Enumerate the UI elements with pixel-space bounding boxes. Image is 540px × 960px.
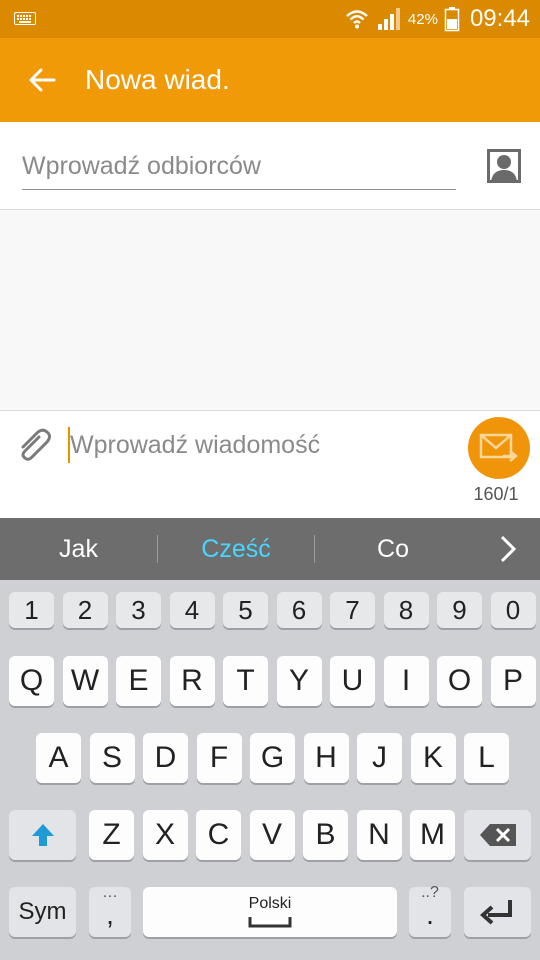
letter-key[interactable]: F bbox=[196, 733, 242, 783]
shift-key[interactable] bbox=[9, 810, 76, 860]
comma-label: , bbox=[106, 899, 114, 930]
keyboard: Sym … , Polski ..? . 1234567890 QWERTYUIO… bbox=[0, 580, 540, 960]
number-key[interactable]: 9 bbox=[437, 592, 482, 628]
paperclip-icon bbox=[21, 428, 51, 461]
letter-key[interactable]: E bbox=[116, 656, 161, 706]
battery-icon bbox=[444, 7, 460, 32]
period-label: . bbox=[426, 899, 434, 930]
sym-key[interactable]: Sym bbox=[9, 887, 76, 937]
letter-key[interactable]: X bbox=[142, 810, 188, 860]
letter-key[interactable]: G bbox=[250, 733, 295, 783]
suggestion-item[interactable]: Jak bbox=[0, 518, 157, 580]
letter-key[interactable]: B bbox=[303, 810, 348, 860]
number-key[interactable]: 0 bbox=[490, 592, 536, 628]
letter-key[interactable]: P bbox=[490, 656, 536, 706]
letter-key[interactable]: N bbox=[356, 810, 402, 860]
message-thread-area bbox=[0, 210, 540, 410]
number-key[interactable]: 5 bbox=[223, 592, 268, 628]
letter-key[interactable]: J bbox=[357, 733, 402, 783]
space-label: Polski bbox=[248, 895, 292, 912]
letter-key[interactable]: Q bbox=[9, 656, 54, 706]
composer: 160/1 bbox=[0, 410, 540, 518]
letter-key[interactable]: R bbox=[169, 656, 215, 706]
letter-key[interactable]: Y bbox=[276, 656, 322, 706]
signal-icon bbox=[377, 8, 400, 30]
wifi-icon bbox=[346, 10, 368, 29]
number-key[interactable]: 7 bbox=[330, 592, 375, 628]
letter-key[interactable]: K bbox=[410, 733, 456, 783]
letter-key[interactable]: W bbox=[62, 656, 108, 706]
back-button[interactable] bbox=[22, 62, 62, 98]
letter-key[interactable]: O bbox=[437, 656, 482, 706]
letter-key[interactable]: H bbox=[303, 733, 349, 783]
status-bar: 42% 09:44 bbox=[0, 0, 540, 38]
letter-key[interactable]: T bbox=[223, 656, 268, 706]
backspace-icon bbox=[479, 824, 516, 846]
number-key[interactable]: 2 bbox=[62, 592, 108, 628]
letter-key[interactable]: V bbox=[249, 810, 295, 860]
enter-key[interactable] bbox=[464, 887, 531, 937]
letter-key[interactable]: I bbox=[383, 656, 429, 706]
letter-key[interactable]: A bbox=[36, 733, 81, 783]
letter-key[interactable]: L bbox=[464, 733, 509, 783]
app-bar: Nowa wiad. bbox=[0, 38, 540, 122]
letter-key[interactable]: Z bbox=[89, 810, 134, 860]
number-key[interactable]: 4 bbox=[169, 592, 215, 628]
attach-button[interactable] bbox=[14, 425, 54, 465]
character-counter: 160/1 bbox=[473, 484, 519, 504]
suggestion-item-active[interactable]: Cześć bbox=[158, 518, 314, 580]
comma-key[interactable]: … , bbox=[89, 885, 131, 937]
period-key[interactable]: ..? . bbox=[409, 885, 451, 937]
envelope-send-icon bbox=[479, 433, 518, 462]
letter-key[interactable]: U bbox=[330, 656, 375, 706]
suggestion-bar: Jak Cześć Co bbox=[0, 518, 540, 580]
contact-icon bbox=[487, 149, 521, 183]
space-bar-icon bbox=[248, 917, 292, 928]
backspace-key[interactable] bbox=[464, 810, 531, 860]
chevron-right-icon bbox=[500, 535, 517, 563]
letter-key[interactable]: D bbox=[143, 733, 188, 783]
page-title: Nowa wiad. bbox=[85, 64, 230, 95]
recipient-section bbox=[0, 122, 540, 210]
arrow-left-icon bbox=[29, 68, 56, 92]
space-key[interactable]: Polski bbox=[143, 887, 397, 937]
letter-key[interactable]: C bbox=[196, 810, 241, 860]
more-suggestions-button[interactable] bbox=[492, 533, 524, 565]
keyboard-icon bbox=[14, 12, 36, 25]
shift-arrow-icon bbox=[31, 824, 54, 846]
battery-percentage: 42% bbox=[407, 10, 438, 28]
message-input[interactable] bbox=[70, 425, 450, 465]
number-key[interactable]: 3 bbox=[116, 592, 161, 628]
contact-picker-button[interactable] bbox=[487, 149, 521, 183]
clock: 09:44 bbox=[469, 5, 530, 32]
enter-arrow-icon bbox=[479, 900, 512, 925]
suggestion-item[interactable]: Co bbox=[315, 518, 471, 580]
number-key[interactable]: 1 bbox=[9, 592, 54, 628]
letter-key[interactable]: M bbox=[410, 810, 455, 860]
number-key[interactable]: 6 bbox=[276, 592, 322, 628]
send-button[interactable] bbox=[468, 417, 530, 479]
recipient-input[interactable] bbox=[22, 150, 456, 190]
number-key[interactable]: 8 bbox=[383, 592, 429, 628]
letter-key[interactable]: S bbox=[89, 733, 135, 783]
